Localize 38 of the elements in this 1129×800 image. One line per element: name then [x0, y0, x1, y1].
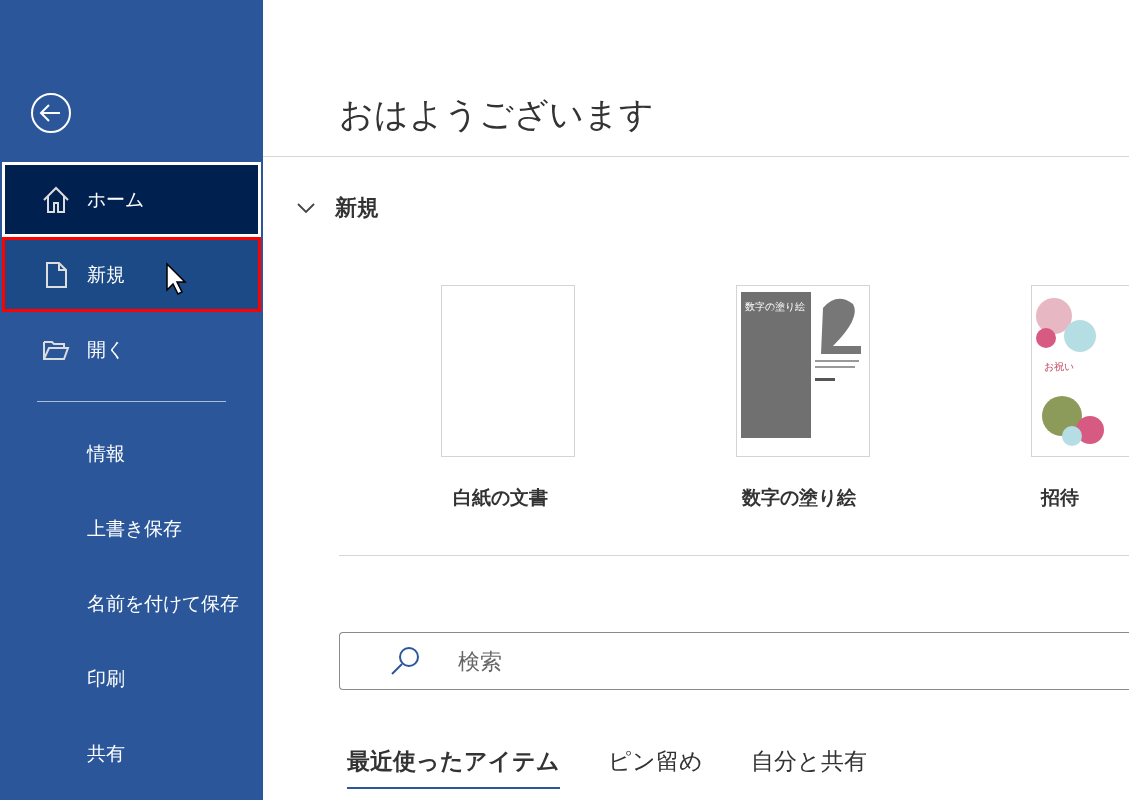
preview-title: 数字の塗り絵: [745, 300, 805, 314]
sidebar-item[interactable]: 印刷: [2, 641, 261, 716]
sidebar-item[interactable]: 開く: [2, 312, 261, 387]
new-section-toggle[interactable]: 新規: [297, 193, 1129, 223]
sidebar-item[interactable]: 上書き保存: [2, 491, 261, 566]
sidebar-item[interactable]: ホーム: [2, 162, 261, 237]
sidebar-item[interactable]: 情報: [2, 416, 261, 491]
tab[interactable]: 最近使ったアイテム: [347, 746, 560, 789]
preview-title: お祝い: [1044, 360, 1074, 374]
template-tile[interactable]: 数字の塗り絵 数字の塗り絵: [736, 285, 1031, 511]
text-lines-drawing: [815, 360, 859, 381]
flower-drawing: [1036, 298, 1096, 352]
template-tile[interactable]: 白紙の文書: [441, 285, 736, 511]
sidebar-item-label: 共有: [87, 741, 125, 766]
back-button[interactable]: [30, 92, 72, 134]
tab[interactable]: ピン留め: [608, 746, 703, 789]
template-label: 招待: [1041, 485, 1079, 510]
template-label: 白紙の文書: [453, 485, 548, 510]
sidebar-item-label: 情報: [87, 441, 125, 466]
template-tile[interactable]: お祝い 招待: [1031, 285, 1129, 511]
home-icon: [41, 184, 71, 215]
number-two-drawing: [821, 298, 861, 354]
sidebar-item-label: ホーム: [87, 187, 144, 212]
sidebar-item[interactable]: 新規: [2, 237, 261, 312]
chevron-icon: [297, 202, 315, 214]
search-field[interactable]: 検索: [339, 632, 1129, 690]
sidebar-item-label: 名前を付けて保存: [87, 591, 239, 616]
greeting-heading: おはようございます: [338, 93, 655, 136]
sidebar-item[interactable]: 名前を付けて保存: [2, 566, 261, 641]
tab[interactable]: 自分と共有: [751, 746, 867, 789]
sidebar-item[interactable]: 共有: [2, 716, 261, 791]
sidebar-item-label: 印刷: [87, 666, 125, 691]
sidebar-item-label: 新規: [87, 262, 125, 287]
sidebar-item-label: 開く: [87, 337, 125, 362]
mouse-pointer-icon: [165, 262, 189, 296]
template-label: 数字の塗り絵: [742, 485, 856, 510]
sidebar-item-label: 上書き保存: [87, 516, 182, 541]
flower-drawing: [1042, 396, 1104, 446]
